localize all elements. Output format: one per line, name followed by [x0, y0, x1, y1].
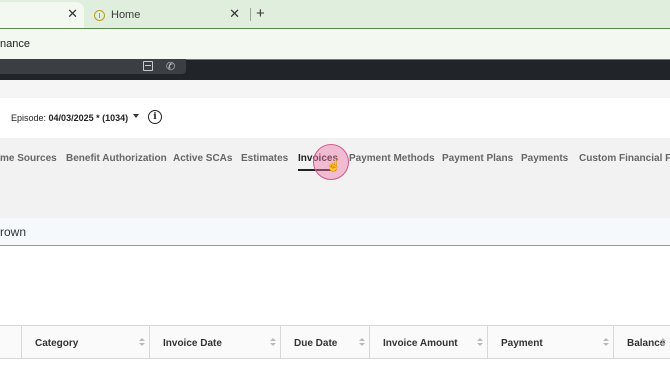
address-bar[interactable]: nance — [0, 28, 670, 60]
calculator-icon[interactable] — [143, 61, 153, 71]
column-label: Invoice Amount — [383, 338, 458, 349]
column-header-category[interactable]: Category — [22, 326, 150, 360]
column-header-invoice-amount[interactable]: Invoice Amount — [370, 326, 488, 360]
column-label: Category — [35, 338, 79, 349]
column-label: Payment — [501, 338, 543, 349]
sort-icon[interactable] — [139, 338, 145, 348]
tab-active-scas[interactable]: Active SCAs — [173, 153, 232, 164]
pointer-hand-icon: ☝ — [326, 158, 341, 172]
invoice-table-header: Category Invoice Date Due Date Invoice A… — [0, 325, 670, 360]
tab-payments[interactable]: Payments — [521, 153, 568, 164]
app-header: ✆ — [0, 59, 670, 80]
tab-divider — [250, 8, 251, 21]
episode-selector[interactable]: Episode: 04/03/2025 * (1034) — [11, 113, 128, 123]
tab-income-sources[interactable]: me Sources — [0, 153, 57, 164]
column-header-invoice-date[interactable]: Invoice Date — [150, 326, 281, 360]
sort-icon[interactable] — [477, 338, 483, 348]
sort-icon[interactable] — [270, 338, 276, 348]
sort-icon[interactable] — [603, 338, 609, 348]
patient-name: rown — [0, 225, 27, 239]
tab-benefit-authorization[interactable]: Benefit Authorization — [66, 153, 167, 164]
column-header-payment[interactable]: Payment — [488, 326, 614, 360]
close-tab-icon[interactable]: ✕ — [67, 7, 78, 21]
episode-value: 04/03/2025 * (1034) — [48, 113, 129, 123]
tab-custom-financial-forms[interactable]: Custom Financial For — [579, 153, 670, 164]
address-text: nance — [0, 38, 30, 50]
close-tab-icon[interactable]: ✕ — [229, 7, 240, 21]
browser-tab-title: Home — [111, 9, 141, 21]
tab-payment-methods[interactable]: Payment Methods — [349, 153, 435, 164]
column-label: Invoice Date — [163, 338, 222, 349]
sort-icon[interactable] — [660, 338, 666, 348]
table-header-cell — [0, 326, 22, 360]
new-tab-button[interactable]: + — [256, 5, 265, 22]
tab-estimates[interactable]: Estimates — [241, 153, 288, 164]
section-tabs: me Sources Benefit Authorization Active … — [0, 138, 670, 218]
phone-icon[interactable]: ✆ — [166, 60, 175, 73]
patient-name-bar: rown — [0, 218, 670, 246]
favicon-icon — [94, 9, 105, 21]
browser-tab-active[interactable]: ✕ — [0, 2, 84, 28]
episode-row: Episode: 04/03/2025 * (1034) i — [0, 98, 670, 138]
tab-payment-plans[interactable]: Payment Plans — [442, 153, 513, 164]
column-label: Due Date — [294, 338, 338, 349]
column-header-due-date[interactable]: Due Date — [281, 326, 370, 360]
browser-tabstrip: ✕ Home ✕ + — [0, 0, 670, 28]
table-row — [0, 359, 670, 367]
header-search-area[interactable] — [0, 59, 186, 74]
sort-icon[interactable] — [359, 338, 365, 348]
chevron-down-icon[interactable] — [133, 114, 139, 118]
content-area — [0, 247, 670, 325]
column-header-balance[interactable]: Balance — [614, 326, 670, 360]
browser-tab-home[interactable]: Home ✕ — [86, 2, 246, 28]
info-icon[interactable]: i — [148, 110, 162, 124]
spacer-band — [0, 80, 670, 98]
episode-label: Episode: — [11, 113, 47, 123]
